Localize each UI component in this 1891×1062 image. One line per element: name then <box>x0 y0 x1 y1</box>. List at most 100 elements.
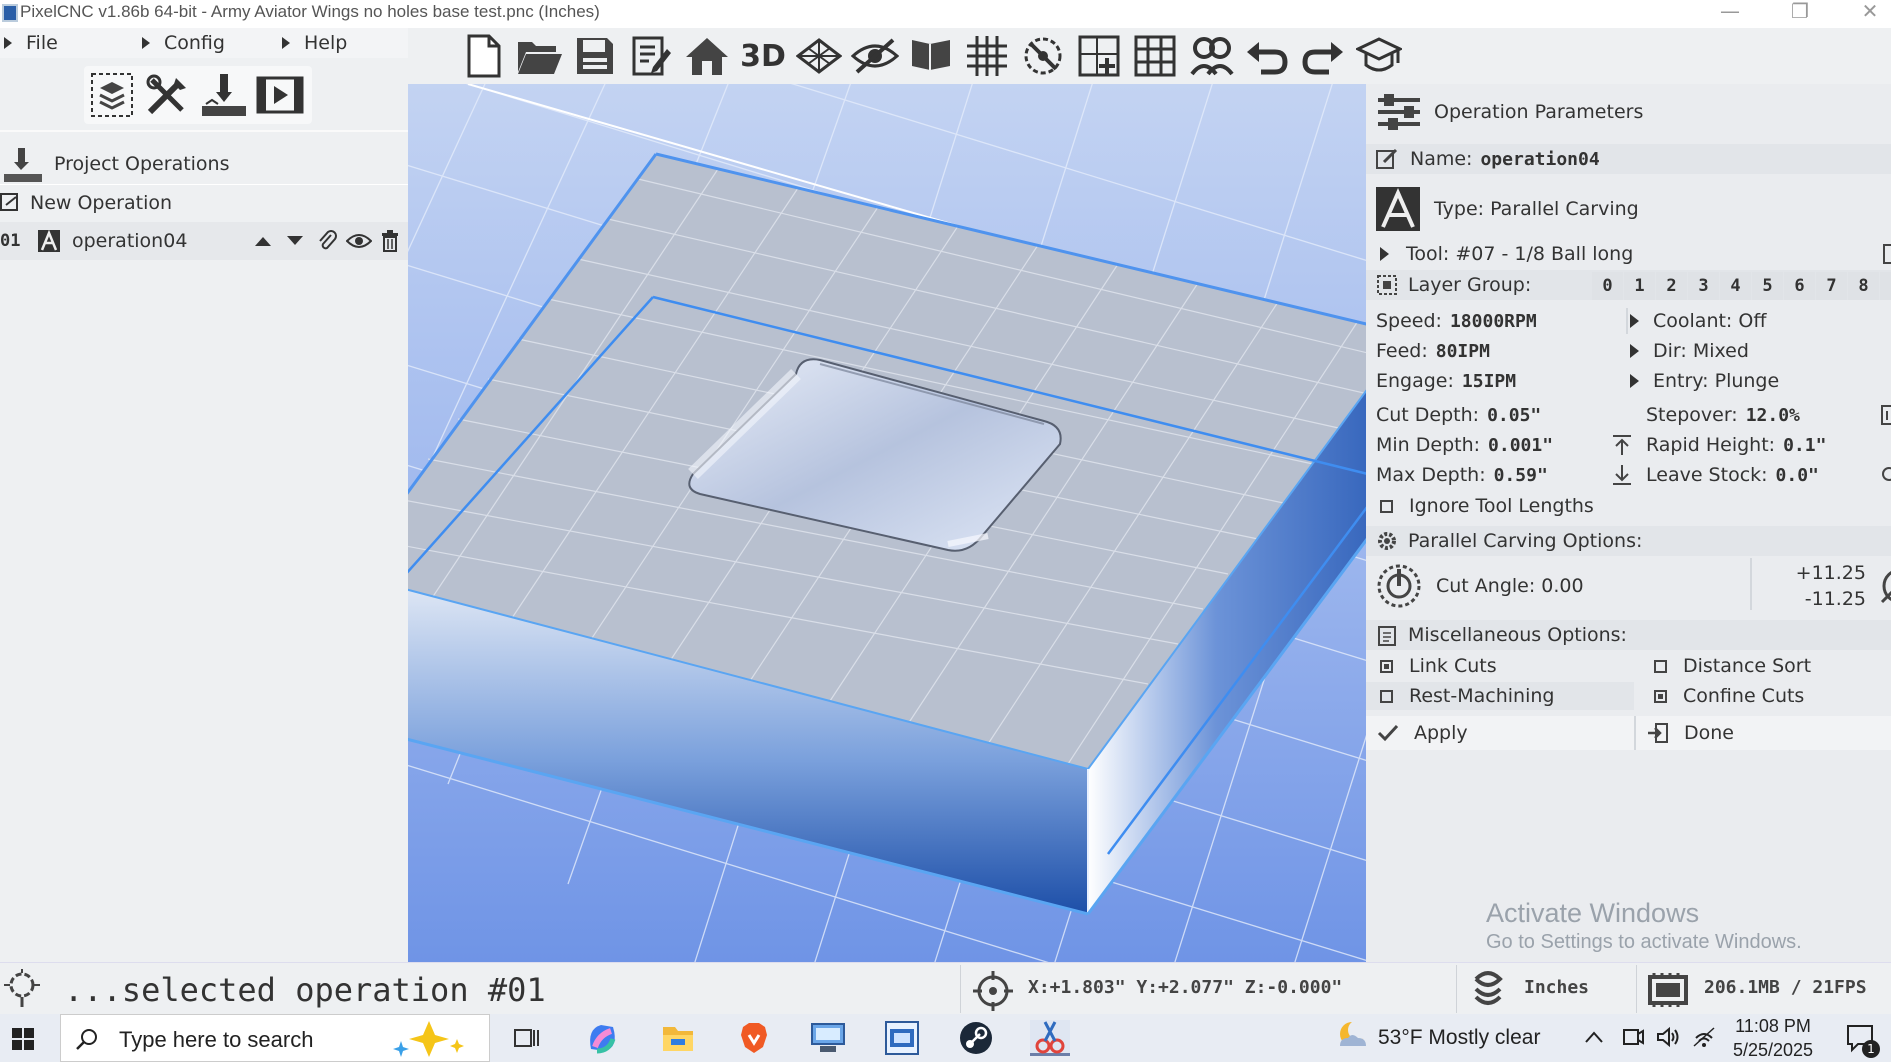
rapid-height-value[interactable]: 0.1" <box>1783 435 1826 456</box>
steam-app[interactable] <box>956 1020 996 1056</box>
control-panel-app[interactable] <box>808 1020 848 1056</box>
coolant-dropdown[interactable]: Coolant: Off <box>1626 306 1766 336</box>
move-down-icon[interactable] <box>286 235 304 247</box>
wifi-icon[interactable] <box>1692 1026 1716 1048</box>
3d-viewport[interactable] <box>408 84 1366 962</box>
left-separator <box>0 130 408 132</box>
restore-button[interactable]: ❐ <box>1770 0 1830 28</box>
dir-dropdown[interactable]: Dir: Mixed <box>1626 336 1749 366</box>
grid-plane-button[interactable] <box>792 30 846 82</box>
layer-group-6[interactable]: 6 <box>1784 272 1815 300</box>
hide-button[interactable] <box>848 30 902 82</box>
entry-dropdown[interactable]: Entry: Plunge <box>1626 366 1779 396</box>
ignore-tool-lengths-row[interactable]: Ignore Tool Lengths <box>1366 492 1891 520</box>
layer-group-1[interactable]: 1 <box>1624 272 1655 300</box>
eye-icon[interactable] <box>346 232 372 250</box>
3d-view-button[interactable]: 3D <box>736 30 790 82</box>
rest-machining-option[interactable]: Rest-Machining <box>1366 682 1634 710</box>
name-row[interactable]: Name: operation04 <box>1366 144 1891 174</box>
layer-group-2[interactable]: 2 <box>1656 272 1687 300</box>
toolpath-button[interactable] <box>198 70 250 120</box>
redo-button[interactable] <box>1296 30 1350 82</box>
menu-help[interactable]: Help <box>282 28 347 58</box>
new-file-button[interactable] <box>456 30 510 82</box>
clock-date[interactable]: 5/25/2025 <box>1728 1040 1818 1061</box>
edit-button[interactable] <box>624 30 678 82</box>
layer-group-7[interactable]: 7 <box>1816 272 1847 300</box>
meet-now-icon[interactable] <box>1622 1026 1644 1048</box>
feed-value[interactable]: 80IPM <box>1436 341 1490 362</box>
leave-stock-value[interactable]: 0.0" <box>1776 465 1819 486</box>
move-up-icon[interactable] <box>254 235 272 247</box>
angle-reset-icon[interactable] <box>1878 566 1891 606</box>
search-icon[interactable] <box>1880 465 1891 485</box>
snipping-tool-app[interactable] <box>1030 1020 1070 1056</box>
menu-file[interactable]: File <box>4 28 58 58</box>
table-button[interactable] <box>1128 30 1182 82</box>
file-explorer-app[interactable] <box>658 1020 698 1056</box>
tool-edit-icon[interactable] <box>1882 244 1891 264</box>
confine-cuts-option[interactable]: Confine Cuts <box>1654 682 1804 710</box>
weather-text[interactable]: 53°F Mostly clear <box>1378 1026 1540 1050</box>
confine-cuts-checkbox[interactable] <box>1654 689 1667 703</box>
speed-value[interactable]: 18000RPM <box>1450 311 1537 332</box>
tutorial-button[interactable] <box>1352 30 1406 82</box>
close-button[interactable]: ✕ <box>1840 0 1891 28</box>
chevron-up-icon[interactable] <box>1584 1030 1604 1044</box>
link-cuts-option[interactable]: Link Cuts <box>1380 652 1497 680</box>
clock-time[interactable]: 11:08 PM <box>1728 1016 1818 1037</box>
simulation-button[interactable] <box>254 70 306 120</box>
volume-icon[interactable] <box>1656 1026 1680 1048</box>
add-panel-button[interactable] <box>1072 30 1126 82</box>
pixelcnc-app[interactable] <box>882 1020 922 1056</box>
angle-plus-button[interactable]: +11.25 <box>1766 562 1866 586</box>
layers-tool-button[interactable] <box>86 70 138 120</box>
info-icon[interactable] <box>1880 405 1891 425</box>
max-depth-value[interactable]: 0.59" <box>1494 465 1548 486</box>
done-button[interactable]: Done <box>1646 716 1734 750</box>
stepover-value[interactable]: 12.0% <box>1746 405 1800 426</box>
minimize-button[interactable]: — <box>1700 0 1760 28</box>
paperclip-icon[interactable] <box>316 230 338 252</box>
layer-group-5[interactable]: 5 <box>1752 272 1783 300</box>
engage-value[interactable]: 15IPM <box>1462 371 1516 392</box>
apply-button[interactable]: Apply <box>1366 716 1632 750</box>
layer-group-3[interactable]: 3 <box>1688 272 1719 300</box>
windows-start-icon[interactable] <box>12 1028 34 1050</box>
new-operation-button[interactable]: New Operation <box>0 184 408 220</box>
distance-sort-checkbox[interactable] <box>1654 659 1667 673</box>
tool-row[interactable]: Tool: #07 - 1/8 Ball long <box>1366 240 1891 268</box>
layer-group-9[interactable]: 9 <box>1880 272 1891 300</box>
taskbar-search-box[interactable]: Type here to search <box>60 1014 490 1062</box>
brave-browser-app[interactable] <box>734 1020 774 1056</box>
viewport-canvas[interactable] <box>408 84 1366 962</box>
units-label[interactable]: Inches <box>1524 977 1589 998</box>
grid-button[interactable] <box>960 30 1014 82</box>
operation-row[interactable]: 01 operation04 <box>0 222 408 260</box>
tools-button[interactable] <box>142 70 194 120</box>
task-view-button[interactable] <box>506 1020 546 1056</box>
users-button[interactable] <box>1184 30 1238 82</box>
trash-icon[interactable] <box>380 230 400 252</box>
rest-machining-checkbox[interactable] <box>1380 689 1393 703</box>
cut-depth-value[interactable]: 0.05" <box>1487 405 1541 426</box>
min-depth-value[interactable]: 0.001" <box>1488 435 1553 456</box>
angle-minus-button[interactable]: -11.25 <box>1766 588 1866 612</box>
cut-angle-dial-icon[interactable] <box>1376 563 1422 609</box>
save-button[interactable] <box>568 30 622 82</box>
distance-sort-option[interactable]: Distance Sort <box>1654 652 1811 680</box>
link-cuts-checkbox[interactable] <box>1380 659 1393 673</box>
name-value[interactable]: operation04 <box>1480 149 1599 170</box>
title-bar: PixelCNC v1.86b 64-bit - Army Aviator Wi… <box>0 0 1891 28</box>
copilot-app[interactable] <box>582 1020 622 1056</box>
flag-button[interactable] <box>904 30 958 82</box>
layer-group-8[interactable]: 8 <box>1848 272 1879 300</box>
menu-config[interactable]: Config <box>142 28 225 58</box>
ignore-tool-lengths-checkbox[interactable] <box>1380 499 1393 513</box>
layer-group-0[interactable]: 0 <box>1592 272 1623 300</box>
home-view-button[interactable] <box>680 30 734 82</box>
measure-button[interactable] <box>1016 30 1070 82</box>
layer-group-4[interactable]: 4 <box>1720 272 1751 300</box>
open-button[interactable] <box>512 30 566 82</box>
undo-button[interactable] <box>1240 30 1294 82</box>
